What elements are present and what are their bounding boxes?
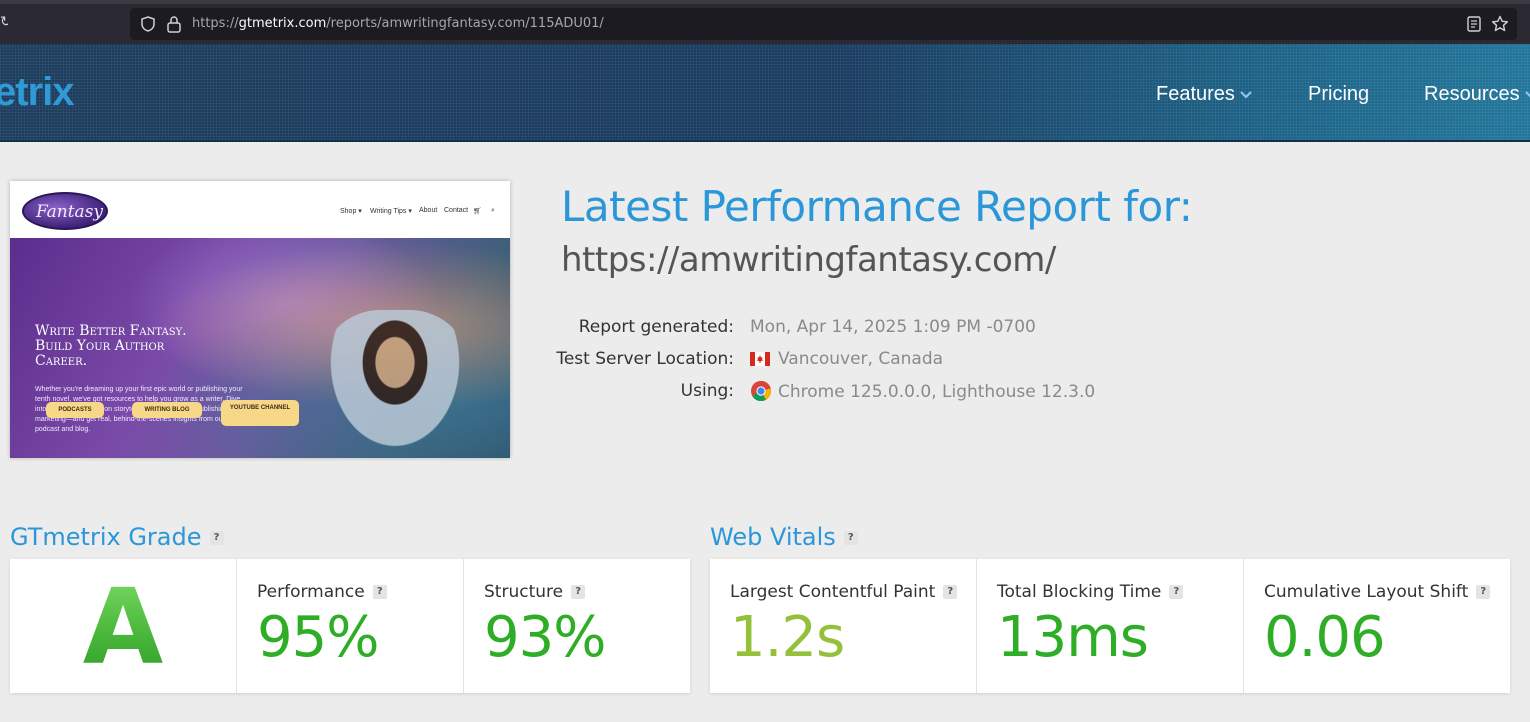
- thumbnail-podcasts-button: PODCASTS: [46, 402, 104, 418]
- server-location-text: Vancouver, Canada: [778, 349, 944, 369]
- help-icon[interactable]: ?: [1169, 585, 1184, 599]
- server-location-value: Vancouver, Canada: [750, 348, 943, 370]
- cls-label: Cumulative Layout Shift: [1264, 582, 1469, 602]
- help-icon[interactable]: ?: [943, 585, 958, 599]
- help-icon[interactable]: ?: [209, 531, 224, 545]
- shield-icon[interactable]: [140, 16, 156, 32]
- thumbnail-headline: Write Better Fantasy. Build Your Author …: [35, 324, 235, 369]
- thumbnail-cart-icon: 🛒︎: [473, 208, 482, 215]
- address-bar[interactable]: https://gtmetrix.com/reports/amwritingfa…: [130, 8, 1517, 40]
- browser-toolbar: ↻ https://gtmetrix.com/reports/amwriting…: [0, 0, 1530, 44]
- tbt-value: 13ms: [997, 605, 1149, 670]
- chevron-down-icon: [1524, 90, 1530, 98]
- thumbnail-menu-item: Contact: [444, 207, 469, 214]
- thumbnail-headline-line: Write Better Fantasy.: [35, 323, 187, 339]
- gtmetrix-logo[interactable]: etrix: [0, 70, 74, 114]
- url-text[interactable]: https://gtmetrix.com/reports/amwritingfa…: [192, 16, 604, 32]
- thumbnail-youtube-button: YOUTUBE CHANNEL: [221, 400, 299, 426]
- web-vitals-title: Web Vitals: [710, 523, 836, 551]
- server-location-label: Test Server Location:: [556, 349, 734, 369]
- thumbnail-menu-item: About: [419, 207, 438, 214]
- thumbnail-hero-image: Write Better Fantasy. Build Your Author …: [10, 238, 510, 458]
- nav-resources-label: Resources: [1424, 83, 1520, 105]
- thumbnail-menu-item: Shop ▾: [340, 208, 362, 215]
- lcp-value: 1.2s: [730, 605, 845, 670]
- tab-strip-edge: [0, 0, 1530, 4]
- gtmetrix-grade-title: GTmetrix Grade: [10, 523, 202, 551]
- help-icon[interactable]: ?: [372, 585, 387, 599]
- using-label: Using:: [680, 381, 734, 401]
- page-screenshot-thumbnail[interactable]: Fantasy Shop ▾ Writing Tips ▾ About Cont…: [10, 181, 510, 458]
- help-icon[interactable]: ?: [571, 585, 586, 599]
- structure-label: Structure: [484, 582, 564, 602]
- nav-features[interactable]: Features: [1156, 82, 1253, 106]
- web-vitals-panel: Largest Contentful Paint? 1.2s Total Blo…: [710, 559, 1510, 693]
- structure-label-row: Structure?: [484, 581, 586, 603]
- using-text: Chrome 125.0.0.0, Lighthouse 12.3.0: [778, 382, 1096, 402]
- performance-label: Performance: [257, 582, 365, 602]
- nav-resources[interactable]: Resources: [1424, 82, 1530, 106]
- grade-letter: A: [10, 569, 236, 685]
- cls-label-row: Cumulative Layout Shift?: [1264, 581, 1491, 603]
- url-prefix: https://: [192, 16, 239, 31]
- chrome-browser-icon: [751, 380, 772, 402]
- url-domain: gtmetrix.com: [238, 16, 327, 31]
- url-path: /reports/amwritingfantasy.com/115ADU01/: [326, 16, 604, 31]
- thumbnail-search-icon: ⌕: [491, 207, 495, 214]
- performance-cell: Performance? 95%: [236, 559, 464, 693]
- thumbnail-blog-button: WRITING BLOG: [132, 402, 202, 418]
- thumbnail-site-logo: Fantasy: [22, 192, 108, 230]
- bookmark-star-icon[interactable]: [1491, 15, 1509, 33]
- report-title: Latest Performance Report for:: [561, 182, 1193, 231]
- lcp-label-row: Largest Contentful Paint?: [730, 581, 958, 603]
- tbt-label: Total Blocking Time: [997, 582, 1162, 602]
- nav-features-label: Features: [1156, 83, 1235, 105]
- thumbnail-illustration: [320, 310, 470, 458]
- nav-pricing-label: Pricing: [1308, 83, 1370, 105]
- gtmetrix-grade-heading: GTmetrix Grade?: [10, 522, 224, 552]
- thumbnail-headline-line: Build Your Author: [35, 338, 165, 354]
- cls-cell: Cumulative Layout Shift? 0.06: [1243, 559, 1510, 693]
- report-generated-label: Report generated:: [578, 317, 734, 337]
- lcp-label: Largest Contentful Paint: [730, 582, 936, 602]
- nav-pricing[interactable]: Pricing: [1308, 82, 1369, 106]
- site-header: etrix Features Pricing Resources: [0, 44, 1530, 142]
- report-url: https://amwritingfantasy.com/: [561, 240, 1056, 280]
- grade-letter-cell: A: [10, 559, 237, 693]
- help-icon[interactable]: ?: [843, 531, 858, 545]
- tbt-cell: Total Blocking Time? 13ms: [976, 559, 1244, 693]
- tbt-label-row: Total Blocking Time?: [997, 581, 1184, 603]
- lcp-cell: Largest Contentful Paint? 1.2s: [710, 559, 977, 693]
- reader-view-icon[interactable]: [1467, 16, 1481, 32]
- report-generated-value: Mon, Apr 14, 2025 1:09 PM -0700: [750, 317, 1036, 337]
- thumbnail-logo-text: Fantasy: [36, 202, 104, 222]
- help-icon[interactable]: ?: [1476, 585, 1491, 599]
- thumbnail-headline-line: Career.: [35, 353, 88, 369]
- performance-label-row: Performance?: [257, 581, 387, 603]
- reload-icon[interactable]: ↻: [0, 14, 8, 30]
- structure-cell: Structure? 93%: [463, 559, 690, 693]
- web-vitals-heading: Web Vitals?: [710, 522, 858, 552]
- thumbnail-site-nav: Fantasy Shop ▾ Writing Tips ▾ About Cont…: [10, 181, 510, 238]
- lock-icon[interactable]: [166, 15, 182, 33]
- chevron-down-icon: [1240, 90, 1252, 99]
- performance-value: 95%: [257, 605, 379, 670]
- gtmetrix-grade-panel: A Performance? 95% Structure? 93%: [10, 559, 690, 693]
- cls-value: 0.06: [1264, 605, 1386, 670]
- using-value: Chrome 125.0.0.0, Lighthouse 12.3.0: [750, 380, 1095, 403]
- thumbnail-menu-item: Writing Tips ▾: [370, 208, 412, 215]
- canada-flag-icon: [750, 352, 770, 366]
- structure-value: 93%: [484, 605, 606, 670]
